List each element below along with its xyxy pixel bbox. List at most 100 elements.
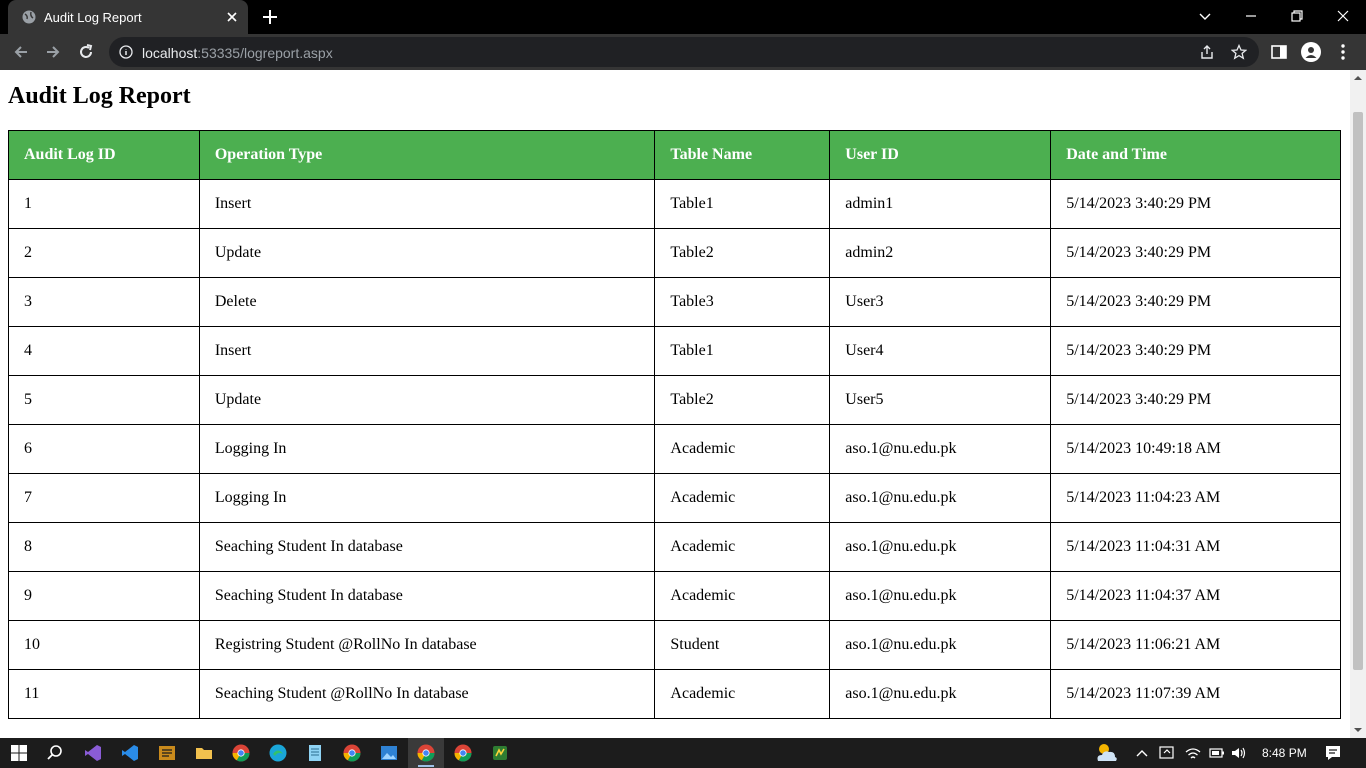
cell-date-time: 5/14/2023 3:40:29 PM <box>1050 277 1341 327</box>
cell-user-id: admin2 <box>829 228 1052 278</box>
cell-user-id: aso.1@nu.edu.pk <box>829 571 1052 621</box>
address-bar[interactable]: localhost:53335/logreport.aspx <box>109 37 1259 67</box>
tab-search-icon[interactable] <box>1193 5 1217 27</box>
cell-table-name: Academic <box>654 571 831 621</box>
share-icon[interactable] <box>1199 44 1215 60</box>
scroll-up-arrow-icon[interactable] <box>1350 70 1366 86</box>
photos-icon[interactable] <box>379 743 399 763</box>
column-header-audit-log-id: Audit Log ID <box>8 130 200 180</box>
cell-operation-type: Update <box>198 375 656 425</box>
restore-icon[interactable] <box>1285 5 1309 27</box>
cell-table-name: Academic <box>654 473 831 523</box>
cell-date-time: 5/14/2023 11:04:23 AM <box>1050 473 1341 523</box>
python-icon[interactable] <box>490 743 510 763</box>
table-header-row: Audit Log ID Operation Type Table Name U… <box>8 130 1341 180</box>
system-clock[interactable]: 8:48 PM <box>1262 746 1307 760</box>
menu-kebab-icon[interactable] <box>1333 42 1353 62</box>
table-row: 8 Seaching Student In database Academic aso… <box>8 522 1341 572</box>
edge-icon[interactable] <box>268 743 288 763</box>
back-icon[interactable] <box>11 42 31 62</box>
notification-app-icon[interactable] <box>1158 743 1176 763</box>
cell-table-name: Table1 <box>654 179 831 229</box>
reload-icon[interactable] <box>76 42 96 62</box>
table-row: 6 Logging In Academic aso.1@nu.edu.pk 5/14/2… <box>8 424 1341 474</box>
new-tab-icon[interactable] <box>260 7 280 27</box>
table-row: 4 Insert Table1 User4 5/14/2023 3:40:29 PM <box>8 326 1341 376</box>
cell-user-id: aso.1@nu.edu.pk <box>829 473 1052 523</box>
table-row: 2 Update Table2 admin2 5/14/2023 3:40:29 PM <box>8 228 1341 278</box>
sql-icon[interactable] <box>157 743 177 763</box>
table-row: 10 Registring Student @RollNo In database… <box>8 620 1341 670</box>
cell-audit-log-id: 5 <box>8 375 200 425</box>
cell-audit-log-id: 2 <box>8 228 200 278</box>
close-window-icon[interactable] <box>1331 5 1355 27</box>
volume-icon[interactable] <box>1230 743 1248 763</box>
table-row: 11 Seaching Student @RollNo In database Ac… <box>8 669 1341 719</box>
url-host: localhost <box>142 45 198 61</box>
weather-cloud-icon[interactable] <box>1094 741 1120 765</box>
vertical-scrollbar[interactable] <box>1350 70 1366 738</box>
cell-date-time: 5/14/2023 3:40:29 PM <box>1050 326 1341 376</box>
scroll-down-arrow-icon[interactable] <box>1350 722 1366 738</box>
cell-operation-type: Registring Student @RollNo In database <box>198 620 656 670</box>
page-title: Audit Log Report <box>8 83 191 109</box>
notepad-icon[interactable] <box>305 743 325 763</box>
browser-toolbar: localhost:53335/logreport.aspx <box>0 34 1366 70</box>
profile-avatar-icon[interactable] <box>1301 42 1321 62</box>
minimize-icon[interactable] <box>1239 5 1263 27</box>
cell-date-time: 5/14/2023 10:49:18 AM <box>1050 424 1341 474</box>
url-path: :53335/logreport.aspx <box>197 45 333 61</box>
active-app-indicator <box>418 765 434 767</box>
close-tab-icon[interactable] <box>222 7 242 27</box>
browser-tab[interactable]: Audit Log Report <box>8 0 248 34</box>
cell-audit-log-id: 4 <box>8 326 200 376</box>
notifications-icon[interactable] <box>1323 743 1343 763</box>
table-row: 9 Seaching Student In database Academic aso… <box>8 571 1341 621</box>
cell-audit-log-id: 11 <box>8 669 200 719</box>
search-icon[interactable] <box>45 743 65 763</box>
cell-date-time: 5/14/2023 3:40:29 PM <box>1050 375 1341 425</box>
chrome-icon[interactable] <box>231 743 251 763</box>
cell-audit-log-id: 8 <box>8 522 200 572</box>
cell-user-id: User3 <box>829 277 1052 327</box>
bookmark-star-icon[interactable] <box>1231 44 1247 60</box>
chrome-icon[interactable] <box>342 743 362 763</box>
battery-icon[interactable] <box>1208 743 1226 763</box>
windows-start-icon[interactable] <box>9 743 29 763</box>
cell-table-name: Academic <box>654 522 831 572</box>
cell-user-id: admin1 <box>829 179 1052 229</box>
visual-studio-icon[interactable] <box>83 743 103 763</box>
column-header-operation-type: Operation Type <box>198 130 656 180</box>
cell-date-time: 5/14/2023 11:06:21 AM <box>1050 620 1341 670</box>
cell-user-id: aso.1@nu.edu.pk <box>829 620 1052 670</box>
wifi-icon[interactable] <box>1184 743 1202 763</box>
tab-title: Audit Log Report <box>44 10 142 25</box>
scrollbar-thumb[interactable] <box>1353 112 1363 670</box>
forward-icon[interactable] <box>43 42 63 62</box>
cell-operation-type: Seaching Student In database <box>198 522 656 572</box>
file-explorer-icon[interactable] <box>194 743 214 763</box>
vscode-icon[interactable] <box>120 743 140 763</box>
side-panel-icon[interactable] <box>1269 42 1289 62</box>
cell-date-time: 5/14/2023 11:04:37 AM <box>1050 571 1341 621</box>
chrome-icon[interactable] <box>416 743 436 763</box>
cell-operation-type: Insert <box>198 326 656 376</box>
cell-date-time: 5/14/2023 3:40:29 PM <box>1050 179 1341 229</box>
cell-operation-type: Seaching Student @RollNo In database <box>198 669 656 719</box>
chevron-up-icon[interactable] <box>1135 743 1149 763</box>
cell-user-id: User4 <box>829 326 1052 376</box>
chrome-icon[interactable] <box>453 743 473 763</box>
cell-date-time: 5/14/2023 11:04:31 AM <box>1050 522 1341 572</box>
info-icon[interactable] <box>119 45 133 59</box>
cell-operation-type: Logging In <box>198 424 656 474</box>
cell-date-time: 5/14/2023 11:07:39 AM <box>1050 669 1341 719</box>
cell-table-name: Table1 <box>654 326 831 376</box>
url-text[interactable]: localhost:53335/logreport.aspx <box>142 45 333 61</box>
table-body: 1 Insert Table1 admin1 5/14/2023 3:40:29 PM 2… <box>8 179 1341 719</box>
page-content: Audit Log Report Audit Log ID Operation … <box>0 70 1350 738</box>
cell-table-name: Academic <box>654 424 831 474</box>
cell-date-time: 5/14/2023 3:40:29 PM <box>1050 228 1341 278</box>
cell-table-name: Table2 <box>654 375 831 425</box>
cell-operation-type: Seaching Student In database <box>198 571 656 621</box>
cell-operation-type: Update <box>198 228 656 278</box>
